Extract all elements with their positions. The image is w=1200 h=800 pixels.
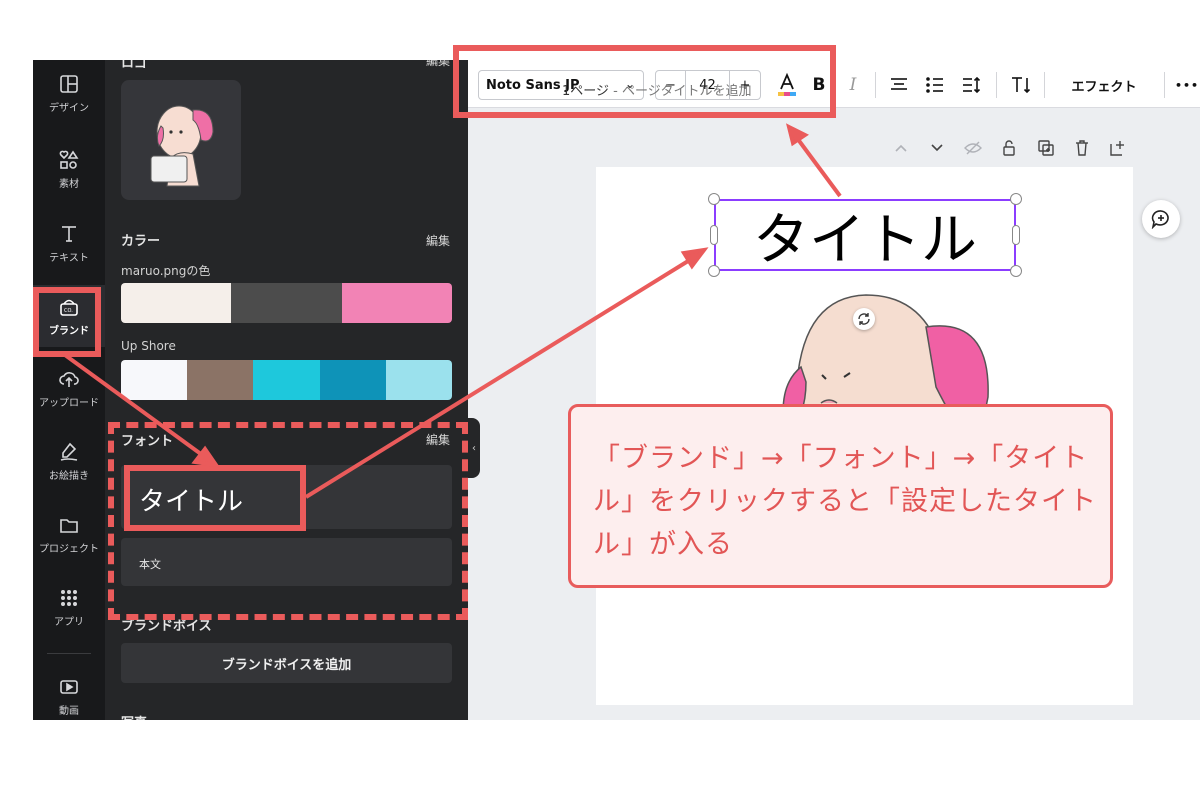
lock-page-button[interactable] [998, 138, 1020, 158]
color-swatch[interactable] [187, 360, 254, 400]
brand-highlight-box [33, 287, 101, 357]
font-title-highlight-box [124, 465, 306, 531]
add-page-button[interactable] [1107, 138, 1129, 158]
rail-label-design: デザイン [49, 102, 89, 114]
color-swatch[interactable] [121, 360, 188, 400]
toolbar-divider [1164, 72, 1165, 98]
duplicate-icon [1038, 140, 1054, 156]
mascot-logo-image [150, 105, 214, 187]
align-button[interactable] [884, 70, 914, 100]
rail-label-uploads: アップロード [39, 397, 99, 409]
rail-label-text: テキスト [49, 252, 89, 264]
page-down-button[interactable] [926, 138, 948, 158]
color-swatch[interactable] [253, 360, 320, 400]
align-center-icon [891, 78, 907, 90]
side-handle[interactable] [710, 225, 718, 245]
toolbar-divider [1044, 72, 1045, 98]
collapse-panel-handle[interactable]: ‹ [468, 418, 480, 478]
toolbar-divider [996, 72, 997, 98]
rail-item-text[interactable]: テキスト [33, 212, 105, 274]
bullet-list-icon [926, 77, 943, 93]
cloud-upload-icon [59, 371, 79, 387]
colors-edit-link[interactable]: 編集 [426, 232, 450, 249]
rail-label-elements: 素材 [59, 178, 79, 190]
toolbar-highlight-box [453, 45, 836, 118]
rail-item-video[interactable]: 動画 [33, 665, 105, 720]
rail-divider [47, 653, 91, 654]
resize-handle[interactable] [1010, 265, 1022, 277]
hide-page-button[interactable] [962, 138, 984, 158]
text-icon [62, 225, 76, 242]
rail-item-uploads[interactable]: アップロード [33, 357, 105, 419]
chevron-up-icon [895, 144, 907, 152]
rail-item-draw[interactable]: お絵描き [33, 430, 105, 492]
callout-text: 「ブランド」→「フォント」→「タイトル」をクリックすると「設定したタイトル」が入… [593, 443, 1097, 560]
comment-button[interactable] [1142, 200, 1180, 238]
eye-off-icon [964, 141, 982, 155]
colors-heading: カラー [121, 234, 161, 249]
palette-name: Up Shore [121, 339, 176, 353]
logo-edit-link[interactable]: 編集 [426, 60, 450, 69]
pen-icon [60, 442, 78, 461]
rail-item-apps[interactable]: アプリ [33, 576, 105, 638]
layout-icon [60, 74, 78, 93]
chevron-down-icon [931, 144, 943, 152]
lock-icon [1003, 140, 1015, 156]
delete-page-button[interactable] [1071, 138, 1093, 158]
color-swatch[interactable] [341, 283, 452, 323]
add-page-icon [1110, 141, 1124, 156]
palette-up-shore [121, 360, 452, 400]
logo-heading: ロゴ [121, 60, 148, 71]
italic-button[interactable]: I [841, 70, 865, 100]
spacing-button[interactable] [956, 70, 986, 100]
add-brand-voice-button[interactable]: ブランドボイスを追加 [121, 643, 452, 683]
palette-maruo [121, 283, 452, 323]
color-swatch[interactable] [231, 283, 342, 323]
list-button[interactable] [920, 70, 950, 100]
rail-label-draw: お絵描き [49, 470, 89, 482]
photos-heading: 写真 [121, 712, 147, 720]
palette-name: maruo.pngの色 [121, 264, 211, 278]
text-direction-icon [1012, 77, 1031, 94]
more-options-button[interactable]: ••• [1174, 70, 1200, 100]
add-comment-icon [1151, 210, 1169, 229]
rail-label-video: 動画 [59, 705, 79, 717]
resize-handle[interactable] [1010, 193, 1022, 205]
duplicate-page-button[interactable] [1035, 138, 1057, 158]
folder-icon [60, 518, 78, 533]
resize-handle[interactable] [708, 265, 720, 277]
rotate-icon [858, 313, 870, 325]
color-swatch[interactable] [385, 360, 452, 400]
side-rail: デザイン 素材 テキスト CO. ブランド アップロード お絵描き プロジェクト… [33, 60, 105, 720]
apps-grid-icon [61, 589, 77, 606]
effects-button[interactable]: エフェクト [1056, 70, 1152, 100]
color-swatch[interactable] [319, 360, 386, 400]
trash-icon [1076, 140, 1088, 156]
instruction-callout: 「ブランド」→「フォント」→「タイトル」をクリックすると「設定したタイトル」が入… [568, 404, 1113, 588]
page-up-button[interactable] [890, 138, 912, 158]
line-spacing-icon [963, 76, 981, 94]
shapes-icon [59, 150, 79, 169]
rail-label-apps: アプリ [54, 616, 84, 628]
video-icon [60, 679, 78, 694]
vertical-text-button[interactable] [1006, 70, 1036, 100]
canvas-title-text[interactable]: タイトル [714, 199, 1016, 273]
screenshot-root: デザイン 素材 テキスト CO. ブランド アップロード お絵描き プロジェクト… [0, 0, 1200, 800]
rail-item-design[interactable]: デザイン [33, 62, 105, 124]
side-handle[interactable] [1012, 225, 1020, 245]
rail-item-elements[interactable]: 素材 [33, 138, 105, 200]
rail-label-projects: プロジェクト [39, 543, 99, 555]
rotate-handle[interactable] [853, 308, 875, 330]
color-swatch[interactable] [121, 283, 232, 323]
logo-thumbnail[interactable] [121, 80, 241, 200]
rail-item-projects[interactable]: プロジェクト [33, 503, 105, 565]
toolbar-divider [875, 72, 876, 98]
resize-handle[interactable] [708, 193, 720, 205]
brand-panel: ロゴ 編集 カラー 編集 maruo.pngの色 Up Shore フォント 編… [105, 60, 468, 720]
